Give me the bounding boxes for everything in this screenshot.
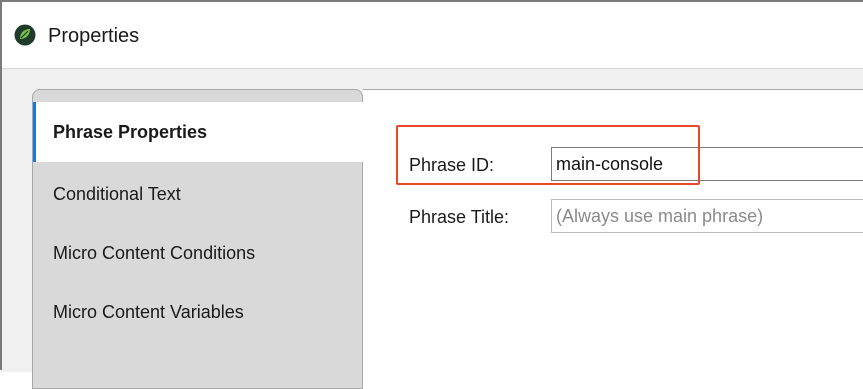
window-title: Properties [48,25,140,47]
phrase-id-label: Phrase ID: [409,155,495,175]
phrase-title-label: Phrase Title: [409,207,510,227]
title-bar: Properties [2,2,863,68]
tab-phrase-properties[interactable]: Phrase Properties [33,102,363,162]
phrase-properties-panel: Phrase ID: Phrase Title: [363,89,863,372]
tab-micro-content-variables[interactable]: Micro Content Variables [33,282,362,342]
tab-label: Micro Content Variables [53,302,244,322]
tab-label: Conditional Text [53,184,181,204]
phrase-title-field[interactable] [551,199,863,233]
tab-conditional-text[interactable]: Conditional Text [33,164,362,224]
tab-label: Micro Content Conditions [53,243,256,263]
dialog-body: Phrase Properties Conditional Text Micro… [2,69,863,389]
properties-tab-list: Phrase Properties Conditional Text Micro… [32,89,363,389]
tab-micro-content-conditions[interactable]: Micro Content Conditions [33,223,362,283]
tab-label: Phrase Properties [53,122,208,142]
leaf-icon [14,24,36,46]
properties-window: Properties Phrase Properties Conditional… [0,0,863,389]
phrase-id-field[interactable] [551,147,863,181]
